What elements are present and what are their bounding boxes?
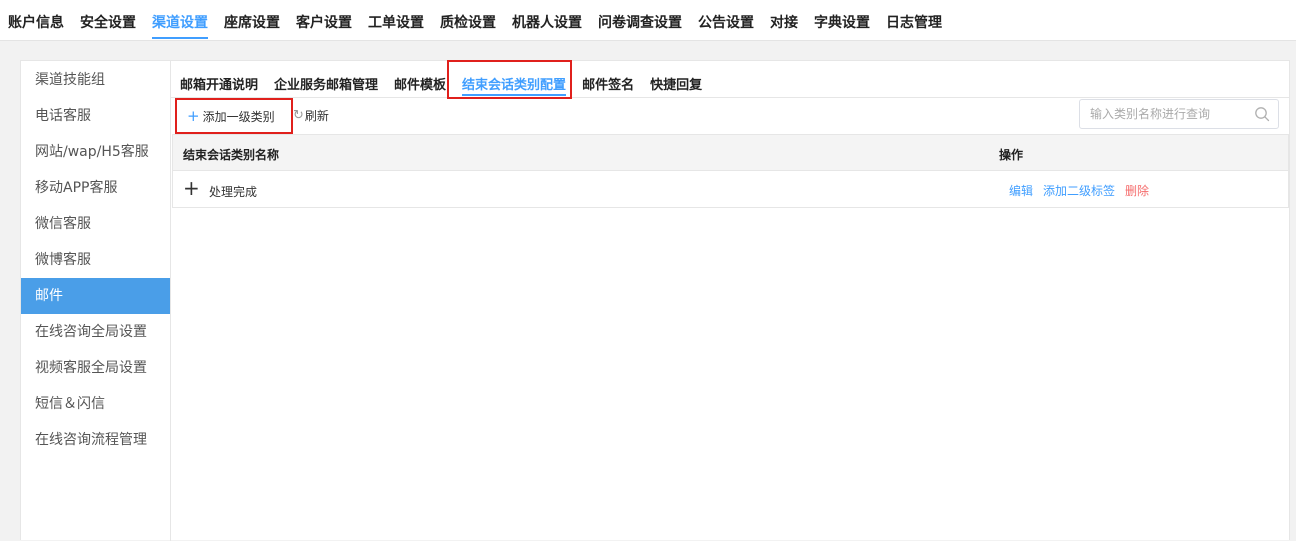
tab-mailbox-guide[interactable]: 邮箱开通说明 [180,61,258,98]
header-category-name: 结束会话类别名称 [183,148,280,162]
tab-enterprise-mailbox[interactable]: 企业服务邮箱管理 [274,61,378,98]
sidebar: 渠道技能组 电话客服 网站/wap/H5客服 移动APP客服 微信客服 微博客服… [21,61,171,541]
tab-email-signature[interactable]: 邮件签名 [582,61,634,98]
topnav-customer-settings[interactable]: 客户设置 [296,0,352,41]
row-operations: 编辑 添加二级标签 删除 [1009,182,1159,199]
topnav-robot-settings[interactable]: 机器人设置 [512,0,582,41]
main-panel: 渠道技能组 电话客服 网站/wap/H5客服 移动APP客服 微信客服 微博客服… [20,60,1290,541]
topnav-log-management[interactable]: 日志管理 [886,0,942,41]
search-input[interactable] [1080,100,1240,128]
sidebar-item-online-global-settings[interactable]: 在线咨询全局设置 [21,314,170,350]
topnav-channel-settings[interactable]: 渠道设置 [152,0,208,41]
sidebar-item-sms-flash[interactable]: 短信＆闪信 [21,386,170,422]
edit-link[interactable]: 编辑 [1009,182,1033,199]
topnav-survey-settings[interactable]: 问卷调查设置 [598,0,682,41]
tab-email-template[interactable]: 邮件模板 [394,61,446,98]
search-box [1079,99,1279,129]
topnav-qa-settings[interactable]: 质检设置 [440,0,496,41]
header-operations: 操作 [999,148,1024,162]
topnav-security-settings[interactable]: 安全设置 [80,0,136,41]
tab-label: 邮件签名 [582,78,635,93]
add-second-level-tag-link[interactable]: 添加二级标签 [1043,182,1115,199]
delete-link[interactable]: 删除 [1125,182,1149,199]
table-row: + 处理完成 编辑 添加二级标签 删除 [173,170,1288,207]
table-header: 结束会话类别名称 操作 [173,134,1288,170]
topnav-integration[interactable]: 对接 [770,0,798,41]
sidebar-item-video-global-settings[interactable]: 视频客服全局设置 [21,350,170,386]
tab-label: 结束会话类别配置 [462,78,567,93]
plus-icon: + [187,106,200,125]
sidebar-item-online-flow-management[interactable]: 在线咨询流程管理 [21,422,170,458]
add-button-label: 添加一级类别 [202,109,275,124]
expand-plus-icon[interactable]: + [183,178,200,198]
sidebar-item-web-service[interactable]: 网站/wap/H5客服 [21,134,170,170]
refresh-button-label: 刷新 [304,109,329,123]
topnav-dictionary-settings[interactable]: 字典设置 [814,0,870,41]
category-name: 处理完成 [209,185,258,199]
tab-label: 邮箱开通说明 [180,78,259,93]
tab-end-session-category[interactable]: 结束会话类别配置 [447,60,573,99]
sidebar-item-phone-service[interactable]: 电话客服 [21,98,170,134]
category-table: 结束会话类别名称 操作 + 处理完成 编辑 添加二级标签 删除 [172,134,1289,208]
sidebar-item-wechat-service[interactable]: 微信客服 [21,206,170,242]
toolbar: + 添加一级类别 ↻ 刷新 [171,98,1290,134]
sidebar-item-channel-skill-group[interactable]: 渠道技能组 [21,62,170,98]
search-icon[interactable] [1254,106,1270,122]
add-first-level-category-button[interactable]: + 添加一级类别 [175,98,293,134]
tab-quick-reply[interactable]: 快捷回复 [650,61,702,98]
tab-label: 企业服务邮箱管理 [274,78,379,93]
tab-bar: 邮箱开通说明 企业服务邮箱管理 邮件模板 结束会话类别配置 邮件签名 快捷回复 [171,60,1290,99]
topnav-notice-settings[interactable]: 公告设置 [698,0,754,41]
sidebar-item-mobile-app-service[interactable]: 移动APP客服 [21,170,170,206]
refresh-button[interactable]: ↻ 刷新 [293,107,329,124]
tab-label: 快捷回复 [650,78,703,93]
refresh-icon: ↻ [293,108,304,123]
topnav-account-info[interactable]: 账户信息 [8,0,64,41]
topnav-agent-settings[interactable]: 座席设置 [224,0,280,41]
sidebar-item-email[interactable]: 邮件 [21,278,170,314]
sidebar-item-weibo-service[interactable]: 微博客服 [21,242,170,278]
tab-label: 邮件模板 [394,78,447,93]
content-area: 邮箱开通说明 企业服务邮箱管理 邮件模板 结束会话类别配置 邮件签名 快捷回复 … [171,60,1290,541]
top-navigation: 账户信息 安全设置 渠道设置 座席设置 客户设置 工单设置 质检设置 机器人设置… [0,0,1296,41]
topnav-ticket-settings[interactable]: 工单设置 [368,0,424,41]
